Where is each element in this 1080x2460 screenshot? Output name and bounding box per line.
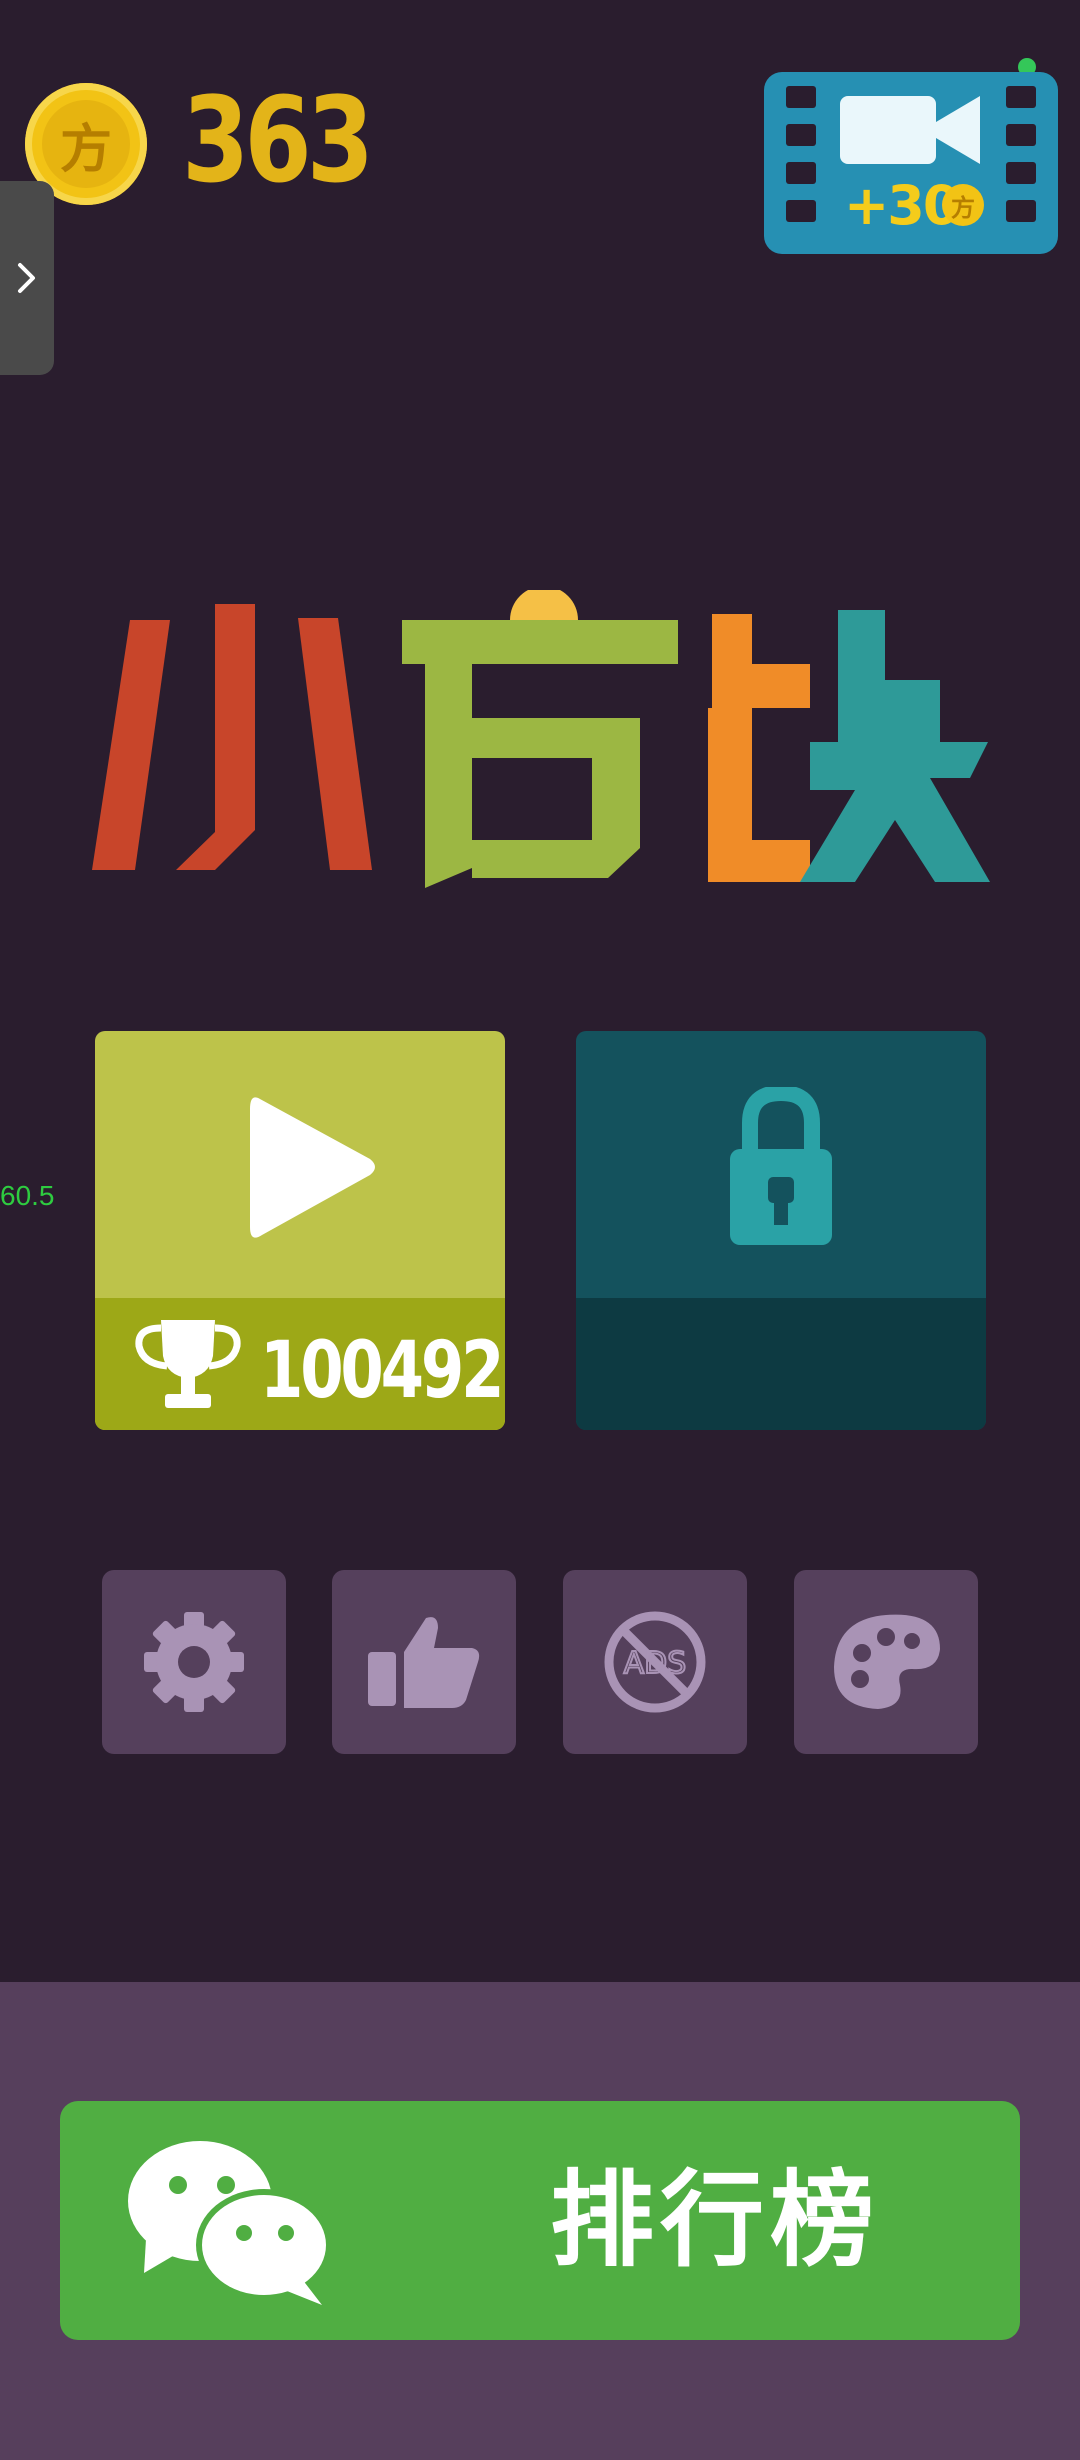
lock-icon [730, 1087, 832, 1245]
thumbs-up-icon [368, 1617, 480, 1708]
fps-counter: 60.5 [0, 1180, 55, 1211]
locked-mode-card[interactable] [576, 1031, 986, 1430]
play-mode-card[interactable]: 100492 [95, 1031, 505, 1430]
title-char-kuai [708, 610, 990, 882]
no-ads-icon: ADS [604, 1611, 706, 1713]
palette-icon [834, 1614, 940, 1709]
trophy-icon [135, 1320, 241, 1408]
title-char-xiao [92, 604, 372, 870]
video-coin-icon: 方 [942, 184, 984, 226]
settings-button[interactable] [102, 1570, 286, 1754]
no-ads-text: ADS [624, 1646, 687, 1681]
chevron-right-icon [18, 263, 35, 293]
theme-button[interactable] [794, 1570, 978, 1754]
coin-glyph: 方 [42, 100, 130, 188]
video-reward-button[interactable]: +30 方 [764, 72, 1058, 254]
video-camera-icon [840, 96, 980, 164]
play-icon [250, 1097, 375, 1238]
leaderboard-button[interactable]: 排行榜 [60, 2101, 1020, 2340]
best-score: 100492 [260, 1326, 505, 1416]
coin-count: 363 [182, 71, 374, 209]
like-button[interactable] [332, 1570, 516, 1754]
leaderboard-label: 排行榜 [550, 2159, 881, 2281]
wechat-icon [128, 2141, 332, 2305]
side-drawer-tab[interactable] [0, 181, 54, 375]
gear-icon [144, 1612, 244, 1712]
remove-ads-button[interactable]: ADS [563, 1570, 747, 1754]
game-title-logo [92, 590, 990, 888]
title-char-fang [402, 590, 678, 888]
